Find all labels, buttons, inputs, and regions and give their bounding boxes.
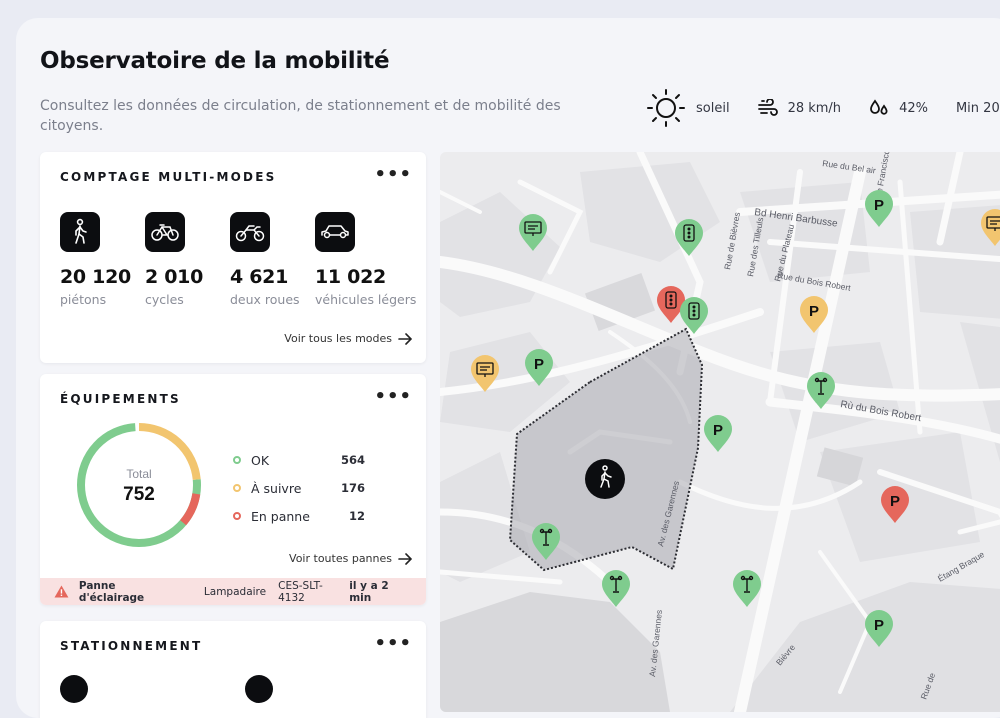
car-icon	[315, 212, 355, 252]
mode-label: piétons	[60, 292, 107, 307]
more-menu-icon[interactable]: •••	[374, 164, 412, 185]
droplets-icon	[870, 99, 888, 115]
street-lamp-pin[interactable]	[601, 570, 631, 608]
pedestrian-zone-marker	[585, 459, 625, 499]
page-title: Observatoire de la mobilité	[40, 48, 390, 74]
weather-condition-label: soleil	[696, 100, 730, 116]
failure-alert[interactable]: Panne d'éclairage Lampadaire CES-SLT-413…	[40, 578, 426, 605]
svg-text:P: P	[890, 493, 900, 510]
mode-value: 4 621	[230, 266, 288, 288]
legend-value: 564	[340, 453, 365, 467]
motorcycle-icon	[230, 212, 270, 252]
mode-value: 11 022	[315, 266, 386, 288]
svg-text:P: P	[809, 303, 819, 320]
legend-row-watch: À suivre 176	[233, 474, 365, 502]
arrow-right-icon	[398, 332, 412, 345]
multimode-count-card: COMPTAGE MULTI-MODES ••• 20 120 piétons …	[40, 152, 426, 363]
info-panel-pin-warning[interactable]	[980, 209, 1000, 247]
alert-type: Panne d'éclairage	[78, 579, 145, 604]
link-label: Voir toutes pannes	[289, 552, 392, 565]
parking-pin[interactable]: P	[864, 610, 894, 648]
sun-icon	[647, 89, 685, 127]
weather-wind: 28 km/h	[757, 99, 842, 117]
more-menu-icon[interactable]: •••	[374, 633, 412, 654]
svg-text:P: P	[534, 356, 544, 373]
legend-value: 12	[348, 509, 365, 523]
city-map[interactable]: Rue du Bel air Rue Francisco Bd Henri Ba…	[440, 152, 1000, 712]
street-lamp-pin[interactable]	[531, 523, 561, 561]
parking-pin-warning[interactable]: P	[799, 296, 829, 334]
parking-icon-2	[245, 675, 273, 703]
svg-text:P: P	[874, 197, 884, 214]
legend-name: OK	[251, 452, 270, 468]
mode-label: cycles	[145, 292, 184, 307]
info-panel-pin[interactable]	[518, 214, 548, 252]
weather-min: Min 20°	[956, 101, 1000, 116]
weather-bar: soleil 28 km/h 42% Min 20°	[646, 88, 1000, 128]
equipment-card: ÉQUIPEMENTS ••• Total 752 OK 564 À suivr…	[40, 374, 426, 605]
wind-icon	[757, 99, 778, 116]
mode-two-wheels: 4 621 deux roues	[230, 212, 320, 307]
street-label: Étang Braque	[936, 549, 986, 584]
warning-icon	[54, 585, 69, 598]
traffic-light-pin[interactable]	[679, 297, 709, 335]
mode-value: 2 010	[145, 266, 203, 288]
legend-name: En panne	[251, 508, 310, 524]
status-dot	[233, 484, 241, 492]
bicycle-icon	[145, 212, 185, 252]
alert-equipment: Lampadaire	[203, 585, 267, 598]
equipment-donut-chart: Total 752	[77, 423, 201, 547]
info-panel-pin-warning[interactable]	[470, 355, 500, 393]
street-lamp-pin[interactable]	[732, 570, 762, 608]
legend-value: 176	[340, 481, 365, 495]
parking-pin[interactable]: P	[524, 349, 554, 387]
card-title: STATIONNEMENT	[60, 639, 203, 653]
alert-code: CES-SLT-4132	[278, 579, 323, 604]
parking-icon-1	[60, 675, 88, 703]
mode-light-vehicles: 11 022 véhicules légers	[315, 212, 425, 307]
traffic-light-pin[interactable]	[674, 219, 704, 257]
status-dot	[233, 512, 241, 520]
donut-total-value: 752	[123, 484, 155, 505]
mode-cycles: 2 010 cycles	[145, 212, 235, 307]
see-all-failures-link[interactable]: Voir toutes pannes	[289, 552, 412, 565]
link-label: Voir tous les modes	[284, 332, 392, 345]
alert-time: il y a 2 min	[349, 579, 389, 604]
mode-pedestrians: 20 120 piétons	[60, 212, 150, 307]
status-dot	[233, 456, 241, 464]
card-title: COMPTAGE MULTI-MODES	[60, 170, 277, 184]
see-all-modes-link[interactable]: Voir tous les modes	[284, 332, 412, 345]
humidity-value: 42%	[899, 100, 928, 116]
parking-card: STATIONNEMENT •••	[40, 621, 426, 718]
dashboard-frame: Observatoire de la mobilité Consultez le…	[16, 18, 1000, 718]
donut-total-label: Total	[126, 467, 151, 481]
mode-label: deux roues	[230, 292, 300, 307]
page-subtitle: Consultez les données de circulation, de…	[40, 98, 561, 134]
more-menu-icon[interactable]: •••	[374, 386, 412, 407]
street-label: Rue du Bel air	[822, 158, 877, 175]
svg-text:P: P	[713, 422, 723, 439]
card-title: ÉQUIPEMENTS	[60, 392, 181, 406]
weather-condition: soleil	[646, 88, 730, 128]
legend-row-failure: En panne 12	[233, 502, 365, 530]
mode-value: 20 120	[60, 266, 131, 288]
parking-pin-failure[interactable]: P	[880, 486, 910, 524]
min-temperature: Min 20°	[955, 100, 1000, 116]
pedestrian-icon	[60, 212, 100, 252]
arrow-right-icon	[398, 552, 412, 565]
weather-humidity: 42%	[869, 98, 928, 118]
equipment-legend: OK 564 À suivre 176 En panne 12	[233, 446, 365, 530]
street-lamp-pin[interactable]	[806, 372, 836, 410]
parking-pin[interactable]: P	[864, 190, 894, 228]
legend-row-ok: OK 564	[233, 446, 365, 474]
street-label: Rue de Bièvres	[722, 211, 742, 270]
parking-pin[interactable]: P	[703, 415, 733, 453]
svg-text:P: P	[874, 617, 884, 634]
mode-label: véhicules légers	[315, 292, 417, 307]
legend-name: À suivre	[251, 480, 302, 496]
wind-value: 28 km/h	[787, 100, 842, 116]
